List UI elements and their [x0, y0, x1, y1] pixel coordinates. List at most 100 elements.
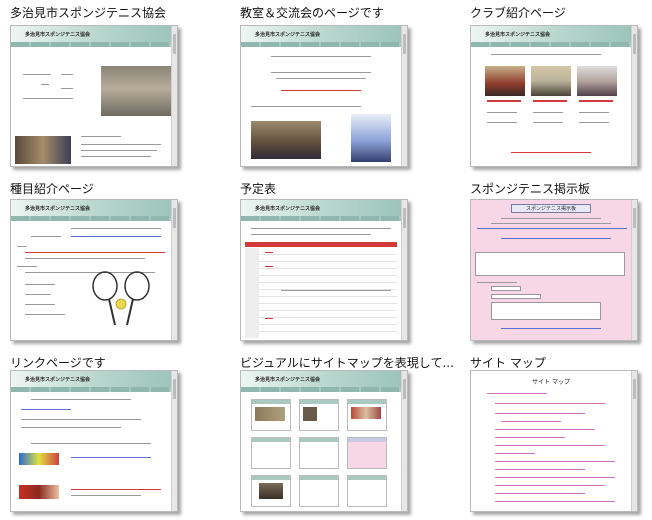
text-line	[271, 56, 371, 57]
text-line	[71, 489, 161, 490]
scrollbar[interactable]	[171, 371, 177, 511]
mini-thumbnail[interactable]	[347, 475, 387, 507]
page-thumbnail[interactable]: サイト マップ	[470, 370, 638, 512]
page-thumbnail[interactable]: 多治見市スポンジテニス協会	[240, 370, 408, 512]
text-line	[17, 266, 37, 267]
page-thumbnail[interactable]: 多治見市スポンジテニス協会	[470, 25, 638, 167]
nav-bar	[471, 42, 631, 47]
thumbnail-card-sitemap[interactable]: サイト マップ サイト マップ	[460, 350, 652, 515]
text-line	[21, 409, 71, 410]
scrollbar[interactable]	[401, 371, 407, 511]
page-thumbnail[interactable]: 多治見市スポンジテニス協会	[10, 25, 178, 167]
sitemap-link[interactable]	[495, 429, 595, 430]
schedule-table-header	[245, 242, 397, 247]
nav-bar	[11, 216, 171, 221]
page-thumbnail[interactable]: 多治見市スポンジテニス協会	[240, 25, 408, 167]
scrollbar[interactable]	[631, 371, 637, 511]
mini-photo	[303, 407, 317, 421]
sitemap-link[interactable]	[495, 453, 535, 454]
sitemap-link[interactable]	[495, 403, 605, 404]
club-name	[579, 100, 613, 102]
sitemap-link[interactable]	[495, 493, 585, 494]
text-line	[25, 252, 165, 253]
sitemap-link[interactable]	[495, 445, 605, 446]
page-thumbnail[interactable]: 多治見市スポンジテニス協会	[10, 199, 178, 341]
nav-bar	[11, 42, 171, 47]
sitemap-link[interactable]	[495, 461, 615, 462]
text-line	[71, 495, 141, 496]
message-textarea[interactable]	[491, 302, 601, 320]
gym-photo	[101, 66, 171, 116]
scrollbar[interactable]	[631, 26, 637, 166]
scrollbar[interactable]	[401, 26, 407, 166]
scrollbar[interactable]	[401, 200, 407, 340]
card-title: 教室＆交流会のページです	[240, 6, 384, 20]
link-banner[interactable]	[19, 453, 59, 465]
text-line	[21, 427, 121, 428]
text-line	[271, 72, 371, 73]
text-line	[281, 90, 361, 91]
site-header: 多治見市スポンジテニス協会	[471, 26, 631, 42]
thumbnail-card-schedule[interactable]: 予定表 多治見市スポンジテニス協会	[230, 176, 430, 341]
link-banner[interactable]	[19, 485, 59, 499]
nav-bar	[11, 387, 171, 392]
text-line	[31, 399, 131, 400]
sitemap-link[interactable]	[495, 485, 605, 486]
club-photo	[577, 66, 617, 96]
mini-thumbnail[interactable]	[299, 475, 339, 507]
sitemap-link[interactable]	[487, 393, 547, 394]
mini-thumbnail[interactable]	[347, 437, 387, 469]
thumbnail-card-events[interactable]: 種目紹介ページ 多治見市スポンジテニス協会	[0, 176, 200, 341]
scrollbar[interactable]	[171, 26, 177, 166]
thumbnail-card-home[interactable]: 多治見市スポンジテニス協会 多治見市スポンジテニス協会	[0, 0, 200, 167]
thumbnail-card-clubs[interactable]: クラブ紹介ページ 多治見市スポンジテニス協会	[460, 0, 652, 167]
sitemap-link[interactable]	[495, 413, 585, 414]
text-line	[25, 284, 55, 285]
thumbnail-card-board[interactable]: スポンジテニス掲示板 スポンジテニス掲示板	[460, 176, 652, 341]
sitemap-heading: サイト マップ	[532, 379, 570, 386]
text-line	[61, 74, 73, 75]
page-thumbnail[interactable]: 多治見市スポンジテニス協会	[10, 370, 178, 512]
nav-bar	[241, 42, 401, 47]
sitemap-link[interactable]	[495, 501, 615, 502]
text-line	[501, 218, 601, 219]
sitemap-link[interactable]	[495, 469, 585, 470]
sitemap-link[interactable]	[501, 421, 561, 422]
card-title: ビジュアルにサイトマップを表現して...	[240, 356, 454, 370]
thumbnail-card-visual-sitemap[interactable]: ビジュアルにサイトマップを表現して... 多治見市スポンジテニス協会	[230, 350, 454, 515]
email-field[interactable]	[491, 294, 541, 299]
text-line	[81, 144, 161, 145]
text-line	[491, 54, 601, 55]
club-photo	[531, 66, 571, 96]
text-line	[579, 112, 609, 113]
text-line	[25, 258, 145, 259]
sitemap-link[interactable]	[495, 437, 565, 438]
text-line	[25, 304, 55, 305]
scrollbar[interactable]	[631, 200, 637, 340]
site-header: 多治見市スポンジテニス協会	[11, 371, 171, 387]
text-line	[23, 98, 73, 99]
text-line	[25, 314, 65, 315]
schedule-table	[245, 248, 397, 338]
site-header: 多治見市スポンジテニス協会	[11, 200, 171, 216]
sitemap-link[interactable]	[495, 477, 615, 478]
thumbnail-card-links[interactable]: リンクページです 多治見市スポンジテニス協会	[0, 350, 200, 515]
name-field[interactable]	[491, 286, 521, 291]
mini-thumbnail[interactable]	[251, 437, 291, 469]
text-line	[81, 136, 121, 137]
mini-thumbnail[interactable]	[299, 437, 339, 469]
text-line	[31, 443, 151, 444]
text-line	[21, 419, 141, 420]
post-form[interactable]	[475, 252, 625, 276]
text-line	[265, 266, 273, 267]
thumbnail-card-classes[interactable]: 教室＆交流会のページです 多治見市スポンジテニス協会	[230, 0, 430, 167]
mini-photo	[351, 407, 381, 419]
scrollbar[interactable]	[171, 200, 177, 340]
text-line	[31, 236, 61, 237]
text-line	[61, 88, 73, 89]
page-thumbnail[interactable]: スポンジテニス掲示板	[470, 199, 638, 341]
text-line	[501, 328, 601, 329]
site-header: 多治見市スポンジテニス協会	[241, 26, 401, 42]
text-line	[41, 84, 49, 85]
page-thumbnail[interactable]: 多治見市スポンジテニス協会	[240, 199, 408, 341]
